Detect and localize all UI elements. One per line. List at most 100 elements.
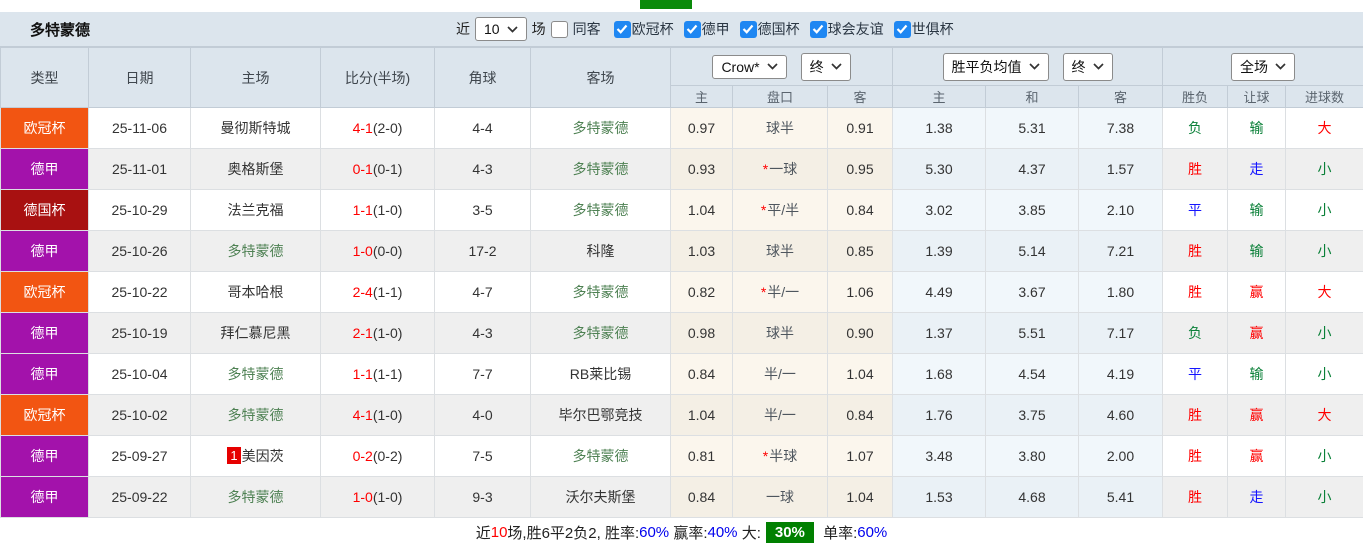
star-mark: * xyxy=(760,202,767,218)
home-team-cell: 哥本哈根 xyxy=(190,271,321,313)
fulltime-score: 0-2 xyxy=(352,448,373,464)
odds-away: 1.80 xyxy=(1078,271,1163,313)
odds-draw: 3.67 xyxy=(985,271,1079,313)
home-team-cell: 多特蒙德 xyxy=(190,230,321,272)
avg-time-select[interactable]: 终 xyxy=(1062,52,1113,81)
halftime-score: (1-0) xyxy=(372,202,403,218)
halftime-score: (1-0) xyxy=(372,325,403,341)
competition-badge: 欧冠杯 xyxy=(0,394,89,436)
result-goals: 小 xyxy=(1284,189,1363,231)
near-count-select[interactable]: 10 xyxy=(475,17,527,41)
result-goals: 小 xyxy=(1284,148,1363,190)
ah-line-cell: *平/半 xyxy=(732,189,828,231)
check-icon xyxy=(616,24,628,34)
competition-checkbox[interactable] xyxy=(809,20,827,38)
rank-badge: 1 xyxy=(227,447,241,464)
ah-home-odds: 0.84 xyxy=(670,476,733,518)
match-date: 25-10-19 xyxy=(88,312,191,354)
result-goals: 大 xyxy=(1284,271,1363,313)
ah-line: 半/一 xyxy=(767,284,800,300)
home-team-cell: 奥格斯堡 xyxy=(190,148,321,190)
check-icon xyxy=(896,24,908,34)
score-cell: 1-1(1-0) xyxy=(320,189,435,231)
match-date: 25-09-27 xyxy=(88,435,191,477)
ah-line-cell: 球半 xyxy=(732,312,828,354)
team-name: 法兰克福 xyxy=(227,202,284,218)
ah-line: 半/一 xyxy=(764,366,796,382)
ah-line: 半球 xyxy=(769,448,798,464)
ah-away-odds: 0.95 xyxy=(827,148,893,190)
team-name: 多特蒙德 xyxy=(227,489,284,505)
competition-checkbox[interactable] xyxy=(739,20,757,38)
result-handicap: 赢 xyxy=(1227,435,1286,477)
ah-away-odds: 1.04 xyxy=(827,476,893,518)
chevron-down-icon xyxy=(766,63,778,70)
match-tbody: 欧冠杯 25-11-06 曼彻斯特城 4-1(2-0) 4-4 多特蒙德 0.97 球半 0.9… xyxy=(0,107,1363,518)
odds-home: 1.76 xyxy=(892,394,986,436)
footer-summary: 场,胜6平2负2, 胜率: xyxy=(507,525,640,542)
bookmaker-time-select[interactable]: 终 xyxy=(800,52,851,81)
scope-select[interactable]: 全场 xyxy=(1231,52,1296,81)
result-wdl: 胜 xyxy=(1162,394,1228,436)
corners-cell: 4-3 xyxy=(434,148,531,190)
away-team-cell: 科隆 xyxy=(530,230,671,272)
competition-label: 世俱杯 xyxy=(911,21,954,37)
result-goals: 小 xyxy=(1284,353,1363,395)
halftime-score: (0-2) xyxy=(372,448,403,464)
home-team-cell: 多特蒙德 xyxy=(190,476,321,518)
score-cell: 2-1(1-0) xyxy=(320,312,435,354)
result-goals: 小 xyxy=(1284,312,1363,354)
team-name: 多特蒙德 xyxy=(572,120,629,136)
avg-odds-select[interactable]: 胜平负均值 xyxy=(942,52,1049,81)
same-away-checkbox[interactable] xyxy=(550,20,568,38)
footer-prefix: 近 xyxy=(475,525,491,542)
ah-away-odds: 1.04 xyxy=(827,353,893,395)
result-goals: 大 xyxy=(1284,394,1363,436)
match-row: 德甲 25-10-04 多特蒙德 1-1(1-1) 7-7 RB莱比锡 0.84 半/一 1.0… xyxy=(0,353,1363,395)
match-date: 25-10-22 xyxy=(88,271,191,313)
match-row: 德甲 25-09-27 1 美因茨 0-2(0-2) 7-5 多特蒙德 0.81 *半球 1.07… xyxy=(0,435,1363,477)
home-team-cell: 多特蒙德 xyxy=(190,394,321,436)
team-name: 沃尔夫斯堡 xyxy=(565,489,636,505)
fulltime-score: 4-1 xyxy=(352,120,373,136)
corners-cell: 3-5 xyxy=(434,189,531,231)
team-name: 奥格斯堡 xyxy=(227,161,284,177)
check-icon xyxy=(686,24,698,34)
odds-draw: 5.31 xyxy=(985,107,1079,149)
team-name: 拜仁慕尼黑 xyxy=(220,325,291,341)
corners-cell: 9-3 xyxy=(434,476,531,518)
competition-label: 德甲 xyxy=(701,21,730,37)
bookmaker-select[interactable]: Crow* xyxy=(712,54,787,79)
corners-cell: 4-7 xyxy=(434,271,531,313)
competition-badge: 欧冠杯 xyxy=(0,107,89,149)
match-date: 25-10-04 xyxy=(88,353,191,395)
corners-cell: 4-0 xyxy=(434,394,531,436)
ah-line: 半/一 xyxy=(764,407,796,423)
col-header-home: 主场 xyxy=(190,47,321,108)
ah-away-odds: 0.84 xyxy=(827,394,893,436)
same-away-label: 同客 xyxy=(572,21,601,37)
fulltime-score: 1-1 xyxy=(352,366,373,382)
match-date: 25-10-02 xyxy=(88,394,191,436)
odds-home: 1.68 xyxy=(892,353,986,395)
halftime-score: (0-0) xyxy=(372,243,403,259)
ah-home-odds: 0.81 xyxy=(670,435,733,477)
odds-away: 4.60 xyxy=(1078,394,1163,436)
odd-rate-label: 单率: xyxy=(818,525,858,542)
match-row: 德国杯 25-10-29 法兰克福 1-1(1-0) 3-5 多特蒙德 1.04 *平/半 0.… xyxy=(0,189,1363,231)
sub-res-wdl: 胜负 xyxy=(1162,85,1228,108)
odds-draw: 5.14 xyxy=(985,230,1079,272)
match-history-table: 类型 日期 主场 比分(半场) 角球 客场 Crow* 终 胜平负均值 终 全场… xyxy=(0,47,1363,518)
match-row: 德甲 25-09-22 多特蒙德 1-0(1-0) 9-3 沃尔夫斯堡 0.84 一球 1.04… xyxy=(0,476,1363,518)
odds-draw: 5.51 xyxy=(985,312,1079,354)
competition-checkbox[interactable] xyxy=(613,20,631,38)
result-wdl: 胜 xyxy=(1162,435,1228,477)
title-bar: 多特蒙德 近 10 场 同客 欧冠杯 德甲 德国杯 球会友谊 世俱杯 xyxy=(0,12,1363,47)
competition-checkbox[interactable] xyxy=(893,20,911,38)
score-cell: 1-0(0-0) xyxy=(320,230,435,272)
halftime-score: (1-0) xyxy=(372,489,403,505)
result-handicap: 输 xyxy=(1227,107,1286,149)
competition-checkbox[interactable] xyxy=(683,20,701,38)
corners-cell: 4-4 xyxy=(434,107,531,149)
result-goals: 小 xyxy=(1284,435,1363,477)
